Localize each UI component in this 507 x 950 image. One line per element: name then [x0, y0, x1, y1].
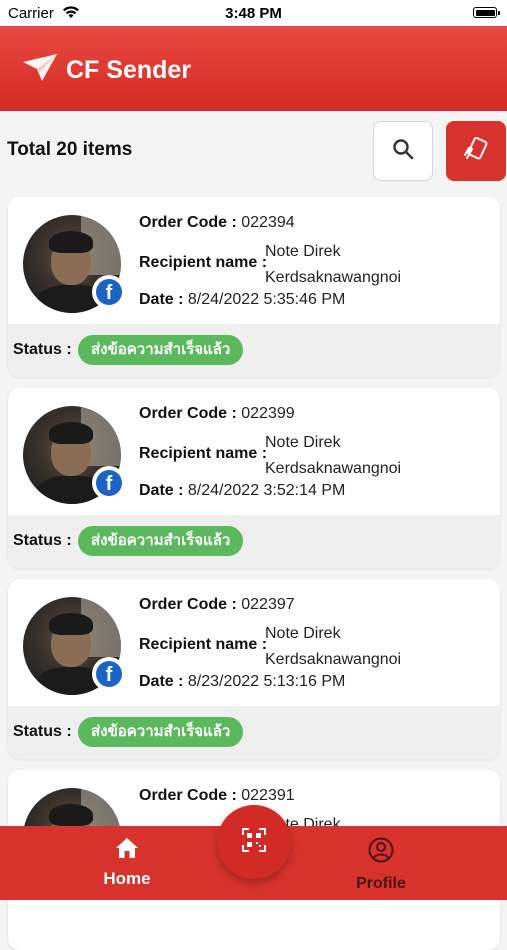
facebook-icon: f: [92, 466, 126, 500]
order-code-value: 022394: [241, 214, 295, 231]
status-row: Status : ส่งข้อความสำเร็จแล้ว: [8, 324, 500, 377]
order-code-row: Order Code : 022391: [139, 787, 295, 805]
status-badge: ส่งข้อความสำเร็จแล้ว: [78, 526, 244, 556]
date-row: Date : 8/24/2022 5:35:46 PM: [139, 291, 345, 309]
clock: 3:48 PM: [225, 5, 282, 22]
app-title: CF Sender: [66, 56, 192, 84]
order-card[interactable]: f Order Code : 022399 Recipient name : N…: [8, 388, 500, 568]
total-items-label: Total 20 items: [7, 139, 133, 160]
order-code-row: Order Code : 022394: [139, 214, 295, 232]
order-code-label: Order Code :: [139, 405, 237, 422]
battery-icon: [473, 7, 500, 18]
date-row: Date : 8/24/2022 3:52:14 PM: [139, 482, 345, 500]
facebook-icon: f: [92, 657, 126, 691]
recipient-first-name: Note Direk: [265, 434, 341, 451]
status-row: Status : ส่งข้อความสำเร็จแล้ว: [8, 515, 500, 568]
recipient-last-name: Kerdsaknawangnoi: [265, 269, 402, 286]
date-row: Date : 8/23/2022 5:13:16 PM: [139, 673, 345, 691]
order-code-label: Order Code :: [139, 214, 237, 231]
date-value: 8/24/2022 5:35:46 PM: [187, 291, 346, 308]
order-card[interactable]: f Order Code : 022394 Recipient name : N…: [8, 197, 500, 377]
order-code-value: 022397: [241, 596, 295, 613]
date-label: Date :: [139, 482, 184, 499]
recipient-name-label: Recipient name :: [139, 254, 268, 271]
nav-home-label: Home: [103, 869, 151, 888]
order-code-label: Order Code :: [139, 596, 237, 613]
search-button[interactable]: [373, 121, 433, 181]
recipient-name-label: Recipient name :: [139, 445, 268, 462]
recipient-name-value: Note Direk Kerdsaknawangnoi: [265, 621, 401, 673]
paper-plane-icon: [22, 52, 58, 87]
search-icon: [391, 137, 415, 166]
recipient-first-name: Note Direk: [265, 243, 341, 260]
date-label: Date :: [139, 291, 184, 308]
nav-profile[interactable]: Profile: [336, 836, 426, 896]
home-icon: [114, 838, 140, 864]
recipient-last-name: Kerdsaknawangnoi: [265, 460, 402, 477]
user-circle-icon: [367, 837, 395, 868]
facebook-icon: f: [92, 275, 126, 309]
status-label: Status :: [13, 532, 72, 549]
order-code-label: Order Code :: [139, 787, 237, 804]
status-row: Status : ส่งข้อความสำเร็จแล้ว: [8, 706, 500, 759]
nav-home[interactable]: Home: [82, 836, 172, 896]
status-badge: ส่งข้อความสำเร็จแล้ว: [78, 335, 244, 365]
qr-scan-button[interactable]: [217, 805, 291, 879]
order-code-value: 022391: [241, 787, 295, 804]
date-value: 8/24/2022 3:52:14 PM: [187, 482, 346, 499]
status-label: Status :: [13, 341, 72, 358]
nav-profile-label: Profile: [356, 875, 406, 892]
app-header: CF Sender: [0, 26, 507, 111]
status-badge: ส่งข้อความสำเร็จแล้ว: [78, 717, 244, 747]
toolbar: Total 20 items: [0, 111, 507, 191]
recipient-name-value: Note Direk Kerdsaknawangnoi: [265, 430, 401, 482]
order-code-value: 022399: [241, 405, 295, 422]
date-label: Date :: [139, 673, 184, 690]
recipient-first-name: Note Direk: [265, 625, 341, 642]
order-card[interactable]: f Order Code : 022397 Recipient name : N…: [8, 579, 500, 759]
order-code-row: Order Code : 022397: [139, 596, 295, 614]
qr-code-icon: [241, 827, 267, 858]
card-scan-button[interactable]: [446, 121, 506, 181]
status-label: Status :: [13, 723, 72, 740]
recipient-last-name: Kerdsaknawangnoi: [265, 651, 402, 668]
order-code-row: Order Code : 022399: [139, 405, 295, 423]
date-value: 8/23/2022 5:13:16 PM: [187, 673, 346, 690]
card-scan-icon: [462, 135, 490, 168]
recipient-name-label: Recipient name :: [139, 636, 268, 653]
recipient-name-value: Note Direk Kerdsaknawangnoi: [265, 239, 401, 291]
status-bar: Carrier 3:48 PM: [0, 0, 507, 26]
